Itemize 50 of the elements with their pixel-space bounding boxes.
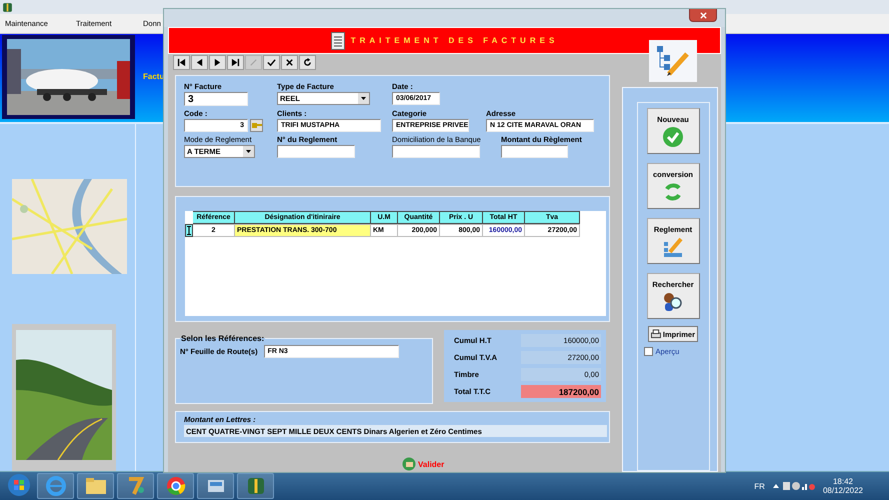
printer-icon: [651, 329, 661, 339]
first-record-icon: [177, 58, 186, 67]
tray-icons-drawing: [772, 481, 815, 491]
toolbar-button[interactable]: [227, 55, 244, 70]
close-icon: [700, 12, 706, 18]
taskbar-button[interactable]: [77, 473, 114, 499]
caret-icon: [246, 150, 251, 153]
caret-icon: [361, 97, 366, 100]
toolbar-button[interactable]: [299, 55, 316, 70]
row-indicator-icon: [187, 226, 191, 235]
edit-list-icon: [662, 236, 684, 258]
taskbar-button[interactable]: [157, 473, 194, 499]
app-icon: [246, 476, 266, 496]
close-icon: [285, 58, 294, 67]
clock-date: 08/12/2022: [822, 486, 863, 495]
language-indicator[interactable]: FR: [754, 482, 765, 490]
previous-icon: [195, 58, 204, 67]
toolbar-button[interactable]: [281, 55, 298, 70]
text-field[interactable]: [277, 145, 355, 158]
hierarchy-edit-icon: [654, 44, 690, 78]
document-icon: [330, 32, 345, 50]
toolbar-button[interactable]: [191, 55, 208, 70]
toolbar-button[interactable]: [173, 55, 190, 70]
refresh-icon: [664, 180, 682, 202]
check-icon: [662, 126, 684, 148]
browser-icon: [166, 476, 186, 496]
toolbar-button[interactable]: [209, 55, 226, 70]
group-title: Selon les Références:: [180, 334, 266, 343]
lookup-button[interactable]: [250, 119, 263, 132]
next-icon: [213, 58, 222, 67]
dialog-title: TRAITEMENT DES FACTURES: [350, 36, 558, 45]
toolbar-button[interactable]: [263, 55, 280, 70]
last-record-icon: [231, 58, 240, 67]
clock-time: 18:42: [832, 477, 853, 486]
preview-checkbox[interactable]: [644, 347, 652, 356]
folder-icon: [84, 477, 106, 495]
total-value: 187200,00: [521, 385, 601, 398]
text-field[interactable]: [392, 145, 480, 158]
browser-icon: [46, 476, 66, 496]
refresh-icon: [303, 58, 312, 67]
app-icon: [2, 2, 13, 12]
search-icon: [662, 290, 684, 312]
check-icon: [267, 58, 276, 67]
taskbar-button[interactable]: [237, 473, 274, 499]
edit-icon: [249, 58, 258, 67]
text-field[interactable]: [501, 145, 568, 158]
text-field[interactable]: 3: [184, 92, 248, 106]
close-button[interactable]: [689, 9, 717, 22]
taskbar-button[interactable]: [117, 473, 154, 499]
taskbar-button[interactable]: [197, 473, 234, 499]
